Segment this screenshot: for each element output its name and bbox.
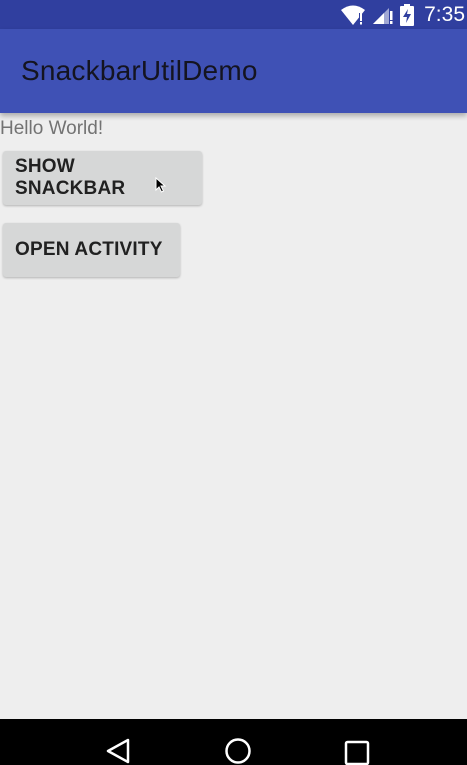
status-bar: 7:35 — [0, 0, 467, 29]
signal-icon — [372, 5, 394, 25]
recents-icon[interactable] — [344, 737, 370, 765]
hello-text: Hello World! — [0, 118, 104, 139]
main-content: Hello World! SHOW SNACKBAR OPEN ACTIVITY — [0, 113, 467, 719]
back-icon[interactable] — [105, 737, 131, 765]
app-title: SnackbarUtilDemo — [21, 55, 258, 86]
navigation-bar — [0, 719, 467, 765]
mouse-cursor-icon — [155, 176, 167, 193]
show-snackbar-button[interactable]: SHOW SNACKBAR — [3, 151, 202, 205]
status-time: 7:35 — [424, 2, 465, 26]
open-activity-button[interactable]: OPEN ACTIVITY — [3, 223, 180, 277]
battery-charging-icon — [400, 3, 415, 26]
status-icons: 7:35 — [340, 0, 465, 29]
home-icon[interactable] — [224, 737, 252, 765]
app-bar: SnackbarUtilDemo — [0, 29, 467, 113]
screen: 7:35 SnackbarUtilDemo Hello World! SHOW … — [0, 0, 467, 765]
wifi-icon — [340, 4, 366, 26]
